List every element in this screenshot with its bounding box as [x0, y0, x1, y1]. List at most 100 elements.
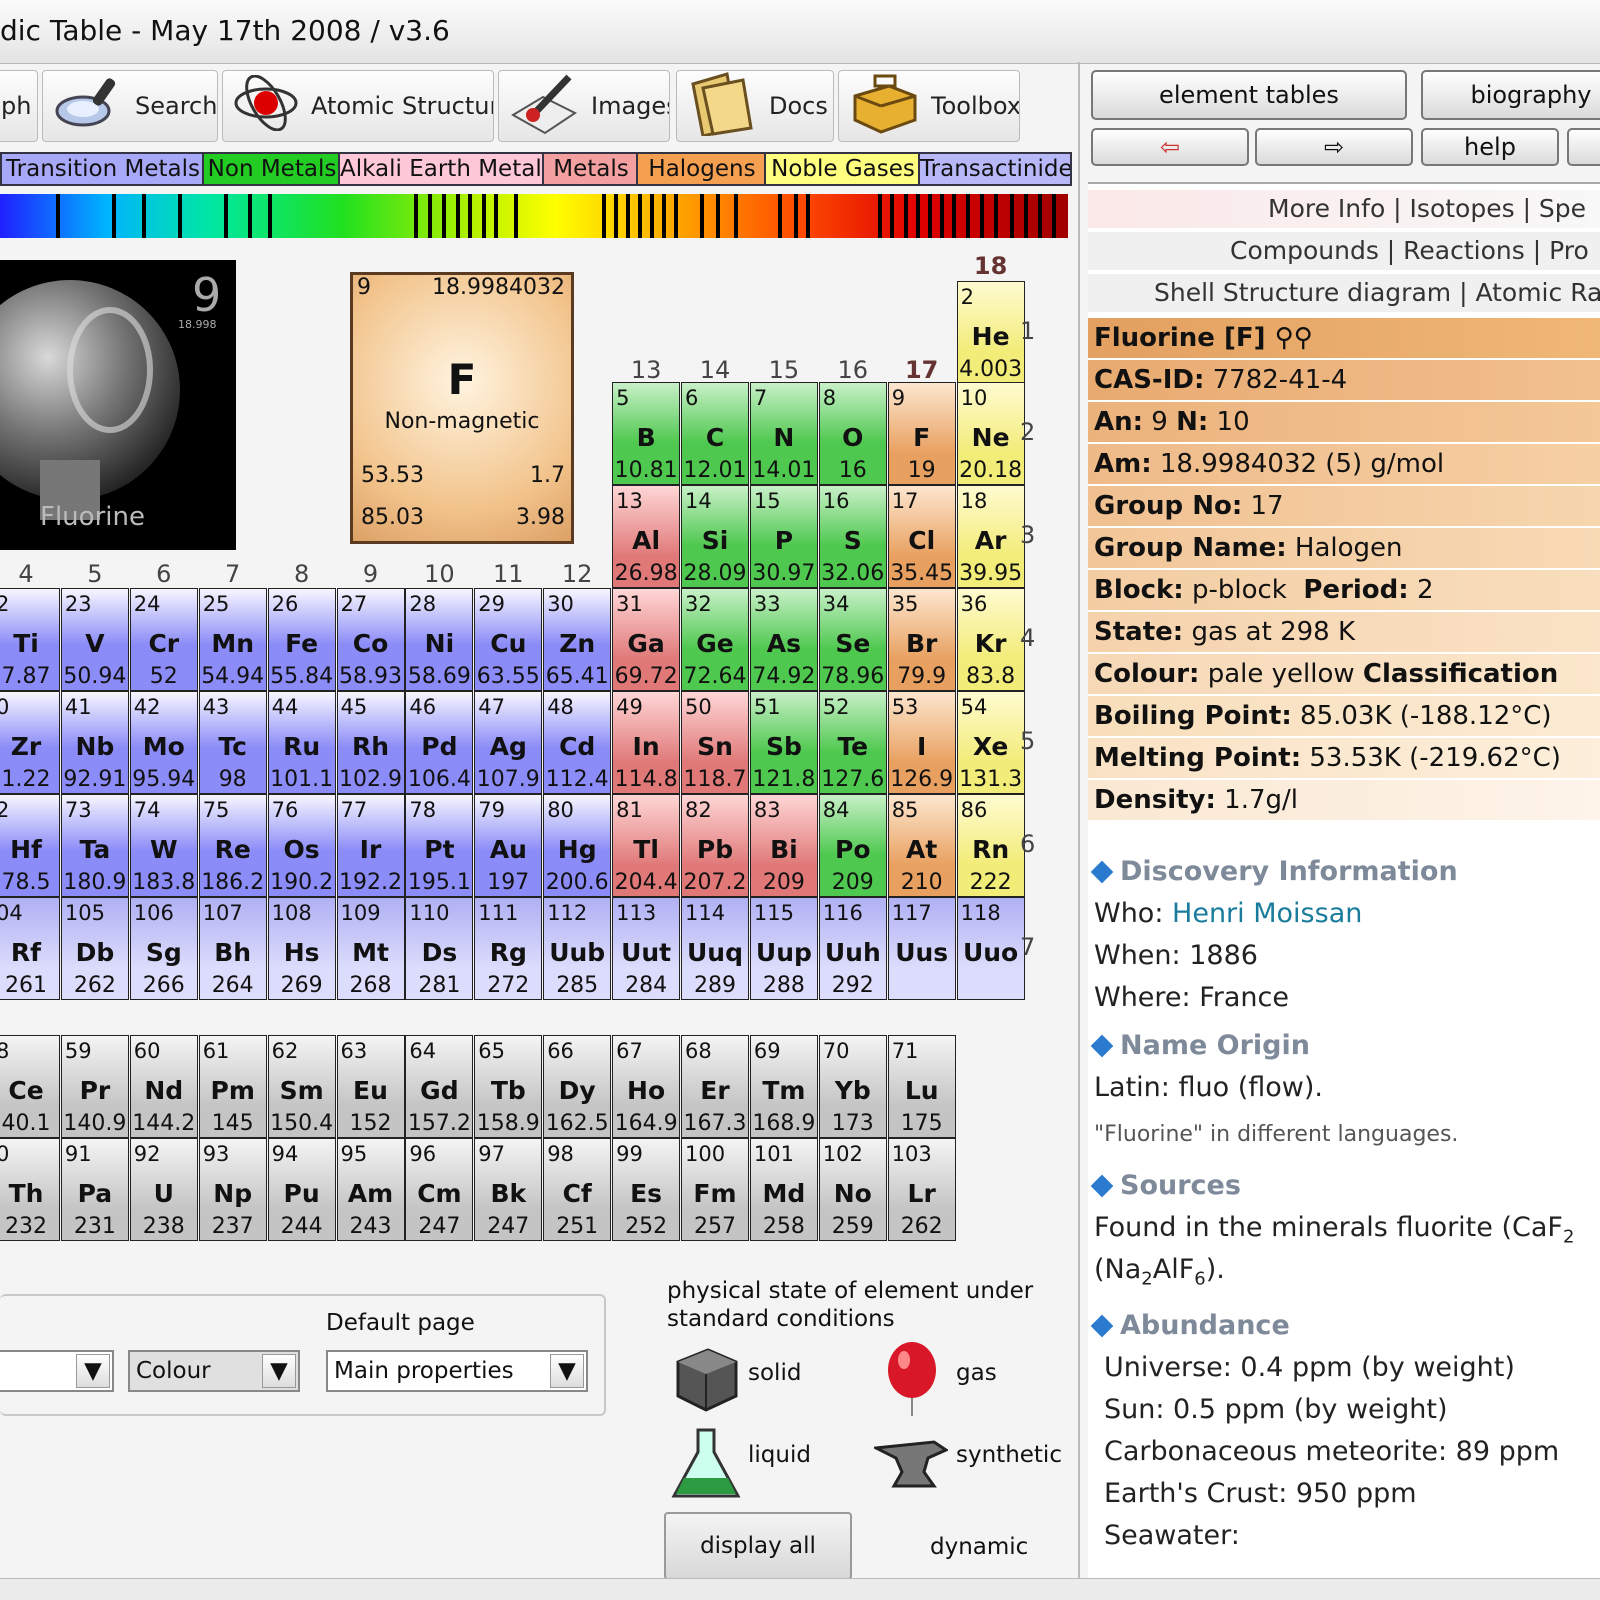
element-cell-po[interactable]: 84 Po 209: [818, 794, 887, 897]
element-cell-ir[interactable]: 77 Ir 192.2: [336, 794, 405, 897]
element-cell-zn[interactable]: 30 Zn 65.41: [543, 588, 612, 691]
element-cell-ho[interactable]: 67 Ho 164.9: [612, 1035, 681, 1138]
element-cell-c[interactable]: 6 C 12.01: [681, 382, 749, 485]
element-cell-kr[interactable]: 36 Kr 83.8: [956, 588, 1025, 691]
element-cell-tb[interactable]: 65 Tb 158.9: [474, 1035, 543, 1138]
help-button[interactable]: help: [1421, 128, 1559, 166]
element-cell-sn[interactable]: 50 Sn 118.7: [681, 691, 749, 794]
element-cell-br[interactable]: 35 Br 79.9: [887, 588, 956, 691]
element-tables-button[interactable]: element tables: [1091, 70, 1407, 120]
display-all-button[interactable]: display all: [664, 1512, 852, 1580]
element-cell-pr[interactable]: 59 Pr 140.9: [60, 1035, 129, 1138]
element-cell-sm[interactable]: 62 Sm 150.4: [267, 1035, 336, 1138]
element-cell-i[interactable]: 53 I 126.9: [887, 691, 956, 794]
element-cell-db[interactable]: 105 Db 262: [60, 897, 129, 1000]
element-cell-p[interactable]: 15 P 30.97: [749, 485, 818, 588]
legend-chip[interactable]: Transactinides: [918, 152, 1072, 186]
element-cell-hf[interactable]: 2Hf 78.5: [0, 794, 60, 897]
biography-button[interactable]: biography: [1421, 70, 1600, 120]
element-cell-pu[interactable]: 94 Pu 244: [267, 1138, 336, 1241]
element-cell-at[interactable]: 85 At 210: [887, 794, 956, 897]
legend-chip[interactable]: Halogens: [636, 152, 768, 186]
back-arrow-button[interactable]: ⇦: [1091, 128, 1249, 166]
discoverer-link[interactable]: Henri Moissan: [1172, 898, 1362, 929]
info-links-row-3[interactable]: Shell Structure diagram | Atomic Ra: [1088, 274, 1600, 312]
element-cell-re[interactable]: 75 Re 186.2: [198, 794, 267, 897]
element-cell-b[interactable]: 5 B 10.81: [612, 382, 681, 485]
element-cell-hs[interactable]: 108 Hs 269: [267, 897, 336, 1000]
element-cell-cl[interactable]: 17 Cl 35.45: [887, 485, 956, 588]
element-cell-tc[interactable]: 43 Tc 98: [198, 691, 267, 794]
element-cell-pm[interactable]: 61 Pm 145: [198, 1035, 267, 1138]
colour-dropdown[interactable]: Colour ▼: [128, 1350, 300, 1392]
element-cell-gd[interactable]: 64 Gd 157.2: [405, 1035, 474, 1138]
view-dropdown[interactable]: ▼: [0, 1350, 114, 1392]
element-cell-ru[interactable]: 44 Ru 101.1: [267, 691, 336, 794]
element-cell-pa[interactable]: 91 Pa 231: [60, 1138, 129, 1241]
legend-chip[interactable]: Metals: [542, 152, 640, 186]
graph-button[interactable]: ph: [0, 70, 38, 142]
element-cell-cu[interactable]: 29 Cu 63.55: [474, 588, 543, 691]
legend-chip[interactable]: Noble Gases: [764, 152, 922, 186]
element-cell-rf[interactable]: 04 Rf 261: [0, 897, 60, 1000]
legend-chip[interactable]: Non Metals: [202, 152, 342, 186]
element-cell-ge[interactable]: 32 Ge 72.64: [681, 588, 749, 691]
element-cell-cr[interactable]: 24 Cr 52: [129, 588, 198, 691]
element-cell-lr[interactable]: 103 Lr 262: [887, 1138, 956, 1241]
toolbox-button[interactable]: Toolbox: [838, 70, 1020, 142]
element-cell-dy[interactable]: 66 Dy 162.5: [543, 1035, 612, 1138]
element-cell-s[interactable]: 16 S 32.06: [818, 485, 887, 588]
element-cell-ni[interactable]: 28 Ni 58.69: [405, 588, 474, 691]
element-cell-xe[interactable]: 54 Xe 131.3: [956, 691, 1025, 794]
search-button[interactable]: Search: [42, 70, 218, 142]
legend-chip[interactable]: Alkali Earth Metals: [338, 152, 546, 186]
element-cell-np[interactable]: 93 Np 237: [198, 1138, 267, 1241]
element-cell-co[interactable]: 27 Co 58.93: [336, 588, 405, 691]
default-page-dropdown[interactable]: Main properties ▼: [326, 1350, 588, 1392]
element-cell-uub[interactable]: 112 Uub 285: [543, 897, 612, 1000]
element-cell-w[interactable]: 74 W 183.8: [129, 794, 198, 897]
element-cell-es[interactable]: 99 Es 252: [612, 1138, 681, 1241]
element-cell-am[interactable]: 95 Am 243: [336, 1138, 405, 1241]
element-cell-cm[interactable]: 96 Cm 247: [405, 1138, 474, 1241]
element-cell-ds[interactable]: 110 Ds 281: [405, 897, 474, 1000]
docs-button[interactable]: Docs: [676, 70, 834, 142]
binoculars-icon[interactable]: ⚲⚲: [1275, 323, 1313, 353]
element-cell-nb[interactable]: 41 Nb 92.91: [60, 691, 129, 794]
element-cell-hg[interactable]: 80 Hg 200.6: [543, 794, 612, 897]
element-cell-uuo[interactable]: 118 Uuo: [956, 897, 1025, 1000]
element-cell-eu[interactable]: 63 Eu 152: [336, 1035, 405, 1138]
element-cell-ne[interactable]: 10 Ne 20.18: [956, 382, 1025, 485]
forward-arrow-button[interactable]: ⇨: [1255, 128, 1413, 166]
dynamic-toggle[interactable]: dynamic: [930, 1534, 1028, 1560]
element-cell-uup[interactable]: 115 Uup 288: [749, 897, 818, 1000]
element-cell-zr[interactable]: 0Zr 1.22: [0, 691, 60, 794]
element-cell-nd[interactable]: 60 Nd 144.2: [129, 1035, 198, 1138]
element-cell-te[interactable]: 52 Te 127.6: [818, 691, 887, 794]
element-cell-fm[interactable]: 100 Fm 257: [681, 1138, 749, 1241]
element-cell-uuh[interactable]: 116 Uuh 292: [818, 897, 887, 1000]
element-cell-fe[interactable]: 26 Fe 55.84: [267, 588, 336, 691]
element-cell-in[interactable]: 49 In 114.8: [612, 691, 681, 794]
info-links-row-2[interactable]: Compounds | Reactions | Pro: [1088, 232, 1600, 270]
element-cell-cd[interactable]: 48 Cd 112.4: [543, 691, 612, 794]
element-cell-as[interactable]: 33 As 74.92: [749, 588, 818, 691]
element-cell-ga[interactable]: 31 Ga 69.72: [612, 588, 681, 691]
element-cell-yb[interactable]: 70 Yb 173: [818, 1035, 887, 1138]
element-cell-au[interactable]: 79 Au 197: [474, 794, 543, 897]
element-cell-rg[interactable]: 111 Rg 272: [474, 897, 543, 1000]
element-cell-uut[interactable]: 113 Uut 284: [612, 897, 681, 1000]
element-cell-rh[interactable]: 45 Rh 102.9: [336, 691, 405, 794]
element-cell-se[interactable]: 34 Se 78.96: [818, 588, 887, 691]
element-cell-ar[interactable]: 18 Ar 39.95: [956, 485, 1025, 588]
element-cell-pd[interactable]: 46 Pd 106.4: [405, 691, 474, 794]
element-cell-pt[interactable]: 78 Pt 195.1: [405, 794, 474, 897]
element-cell-sg[interactable]: 106 Sg 266: [129, 897, 198, 1000]
element-cell-u[interactable]: 92 U 238: [129, 1138, 198, 1241]
element-cell-al[interactable]: 13 Al 26.98: [612, 485, 681, 588]
languages-link[interactable]: "Fluorine" in different languages.: [1094, 1122, 1458, 1147]
element-cell-bi[interactable]: 83 Bi 209: [749, 794, 818, 897]
element-cell-o[interactable]: 8 O 16: [818, 382, 887, 485]
element-cell-uus[interactable]: 117 Uus: [887, 897, 956, 1000]
element-cell-bk[interactable]: 97 Bk 247: [474, 1138, 543, 1241]
